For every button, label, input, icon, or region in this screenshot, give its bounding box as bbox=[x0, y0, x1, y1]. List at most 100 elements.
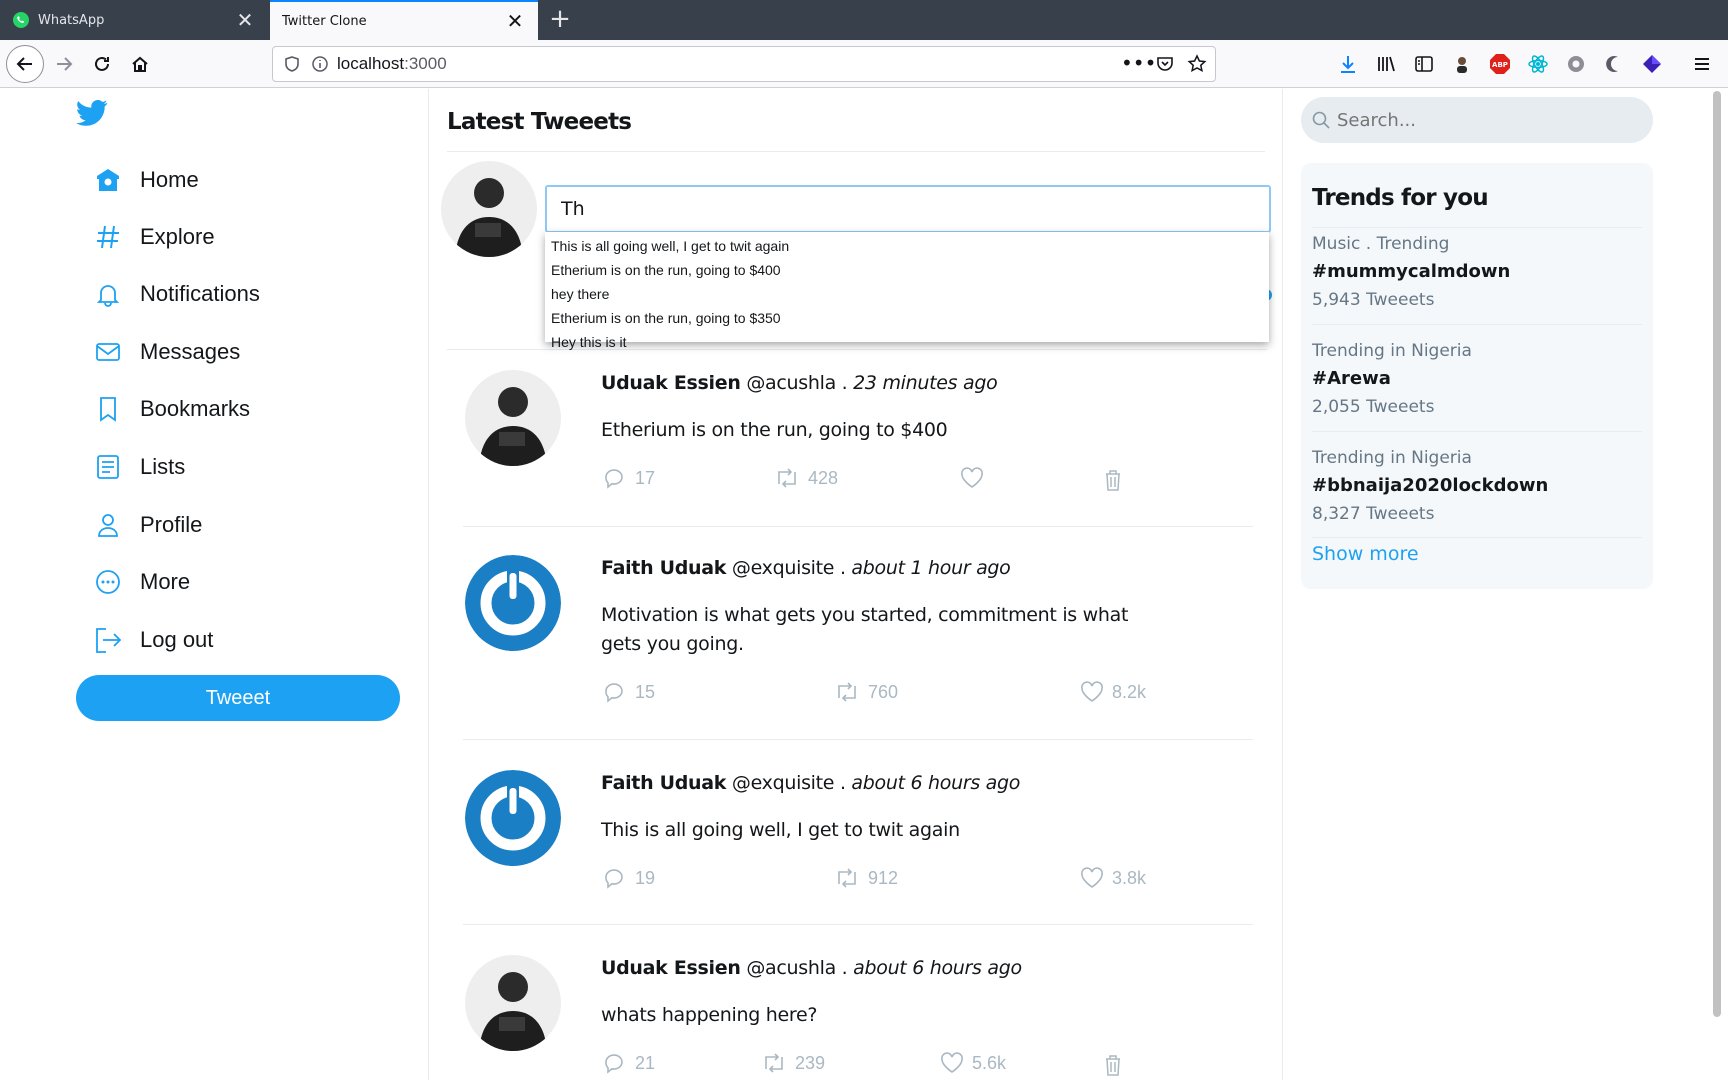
sidebar-item-bookmarks[interactable]: Bookmarks bbox=[92, 387, 250, 431]
avatar[interactable] bbox=[465, 955, 561, 1051]
trend-item[interactable]: Music . Trending #mummycalmdown 5,943 Tw… bbox=[1312, 230, 1642, 314]
react-devtools-icon[interactable] bbox=[1526, 52, 1550, 76]
like-button[interactable]: 3.8k bbox=[1080, 867, 1146, 889]
sidebar-item-label: Explore bbox=[140, 224, 215, 249]
like-button[interactable]: 5.6k bbox=[940, 1052, 1006, 1074]
crescent-extension-icon[interactable] bbox=[1602, 52, 1626, 76]
power-avatar-icon bbox=[465, 555, 561, 651]
new-tab-button[interactable]: + bbox=[546, 6, 574, 34]
avatar[interactable] bbox=[465, 770, 561, 866]
tweet-handle[interactable]: @exquisite bbox=[732, 557, 835, 579]
delete-button[interactable] bbox=[1103, 468, 1131, 492]
scrollbar[interactable] bbox=[1710, 89, 1724, 1080]
tweet-button[interactable]: Tweeet bbox=[76, 675, 400, 721]
back-button[interactable] bbox=[6, 45, 44, 83]
like-button[interactable]: 8.2k bbox=[1080, 681, 1146, 703]
show-more-link[interactable]: Show more bbox=[1312, 543, 1419, 565]
sidebar-item-logout[interactable]: Log out bbox=[92, 618, 213, 662]
download-icon[interactable] bbox=[1336, 52, 1360, 76]
scrollbar-thumb[interactable] bbox=[1713, 91, 1721, 1017]
tweet-handle[interactable]: @acushla bbox=[746, 957, 836, 979]
retweet-button[interactable]: 760 bbox=[834, 681, 898, 703]
page-actions-icon[interactable]: ••• bbox=[1121, 51, 1156, 75]
pocket-icon[interactable] bbox=[1155, 54, 1175, 74]
search-box[interactable] bbox=[1301, 97, 1653, 143]
search-input[interactable] bbox=[1337, 109, 1637, 131]
cube-extension-icon[interactable] bbox=[1640, 52, 1664, 76]
tweet-author-name[interactable]: Uduak Essien bbox=[601, 957, 741, 979]
sidebar-item-home[interactable]: Home bbox=[92, 158, 199, 202]
trends-title: Trends for you bbox=[1312, 185, 1489, 211]
suggestion-item[interactable]: Etherium is on the run, going to $400 bbox=[545, 258, 1269, 282]
tab-whatsapp[interactable]: WhatsApp ✕ bbox=[0, 0, 268, 40]
tweet-handle[interactable]: @exquisite bbox=[732, 772, 835, 794]
url-bar[interactable]: localhost:3000 ••• bbox=[272, 46, 1216, 82]
info-icon[interactable] bbox=[311, 55, 329, 73]
browser-tab-bar: WhatsApp ✕ Twitter Clone ✕ + bbox=[0, 0, 1728, 40]
gear-extension-icon[interactable] bbox=[1564, 52, 1588, 76]
reload-button[interactable] bbox=[84, 46, 120, 82]
retweet-count: 428 bbox=[808, 467, 839, 488]
tweet-text: whats happening here? bbox=[601, 1004, 818, 1026]
reply-count: 21 bbox=[635, 1052, 656, 1073]
sidebar-item-lists[interactable]: Lists bbox=[92, 445, 185, 489]
sidebar-item-more[interactable]: More bbox=[92, 560, 190, 604]
divider bbox=[428, 89, 429, 1080]
avatar[interactable] bbox=[465, 555, 561, 651]
menu-icon[interactable] bbox=[1690, 52, 1714, 76]
suggestion-item[interactable]: Hey this is it bbox=[545, 330, 1269, 354]
tweet-handle[interactable]: @acushla bbox=[746, 372, 836, 394]
twitter-logo-icon[interactable] bbox=[76, 99, 108, 127]
trend-hashtag[interactable]: #Arewa bbox=[1312, 365, 1642, 393]
avatar[interactable] bbox=[441, 161, 537, 257]
like-count: 8.2k bbox=[1112, 681, 1147, 702]
forward-button[interactable] bbox=[46, 46, 82, 82]
sidebar-item-label: Home bbox=[140, 167, 199, 192]
close-tab-icon[interactable]: ✕ bbox=[504, 11, 526, 31]
page-content: Home Explore Notifications Messages Book… bbox=[0, 89, 1728, 1080]
sidebar-item-label: Log out bbox=[140, 627, 214, 652]
tweet-author-name[interactable]: Uduak Essien bbox=[601, 372, 741, 394]
sidebar-item-profile[interactable]: Profile bbox=[92, 503, 202, 547]
reply-button[interactable]: 19 bbox=[603, 867, 655, 889]
avatar[interactable] bbox=[465, 370, 561, 466]
comment-icon bbox=[605, 683, 623, 703]
suggestion-item[interactable]: This is all going well, I get to twit ag… bbox=[545, 234, 1269, 258]
sidebar-item-messages[interactable]: Messages bbox=[92, 330, 240, 374]
reply-button[interactable]: 21 bbox=[603, 1052, 655, 1074]
star-icon[interactable] bbox=[1187, 54, 1207, 74]
retweet-button[interactable]: 428 bbox=[774, 467, 838, 489]
more-icon bbox=[92, 566, 124, 598]
delete-button[interactable] bbox=[1103, 1053, 1131, 1077]
comment-icon bbox=[605, 469, 623, 489]
trend-item[interactable]: Trending in Nigeria #Arewa 2,055 Tweeets bbox=[1312, 337, 1642, 421]
comment-icon bbox=[605, 1054, 623, 1074]
sidebar-icon[interactable] bbox=[1412, 52, 1436, 76]
trend-hashtag[interactable]: #bbnaija2020lockdown bbox=[1312, 472, 1642, 500]
retweet-button[interactable]: 912 bbox=[834, 867, 898, 889]
trend-hashtag[interactable]: #mummycalmdown bbox=[1312, 258, 1642, 286]
tweet-time: about 1 hour ago bbox=[851, 557, 1011, 579]
tweet-author-name[interactable]: Faith Uduak bbox=[601, 772, 726, 794]
like-button[interactable] bbox=[960, 467, 992, 489]
suggestion-item[interactable]: hey there bbox=[545, 282, 1269, 306]
reply-button[interactable]: 17 bbox=[603, 467, 655, 489]
adblock-icon[interactable]: ABP bbox=[1488, 52, 1512, 76]
library-icon[interactable] bbox=[1374, 52, 1398, 76]
shield-icon[interactable] bbox=[283, 55, 301, 73]
trend-category: Music . Trending bbox=[1312, 234, 1450, 254]
trend-item[interactable]: Trending in Nigeria #bbnaija2020lockdown… bbox=[1312, 444, 1642, 528]
heart-icon bbox=[1081, 867, 1103, 888]
reply-button[interactable]: 15 bbox=[603, 681, 655, 703]
sidebar-item-notifications[interactable]: Notifications bbox=[92, 272, 260, 316]
retweet-button[interactable]: 239 bbox=[761, 1052, 825, 1074]
compose-input[interactable] bbox=[545, 185, 1271, 233]
tab-title: WhatsApp bbox=[38, 12, 105, 28]
tweet-author-name[interactable]: Faith Uduak bbox=[601, 557, 726, 579]
close-tab-icon[interactable]: ✕ bbox=[234, 10, 256, 30]
profile-extension-icon[interactable] bbox=[1450, 52, 1474, 76]
home-button[interactable] bbox=[122, 46, 158, 82]
tab-twitter-clone[interactable]: Twitter Clone ✕ bbox=[270, 0, 538, 40]
suggestion-item[interactable]: Etherium is on the run, going to $350 bbox=[545, 306, 1269, 330]
sidebar-item-explore[interactable]: Explore bbox=[92, 215, 215, 259]
